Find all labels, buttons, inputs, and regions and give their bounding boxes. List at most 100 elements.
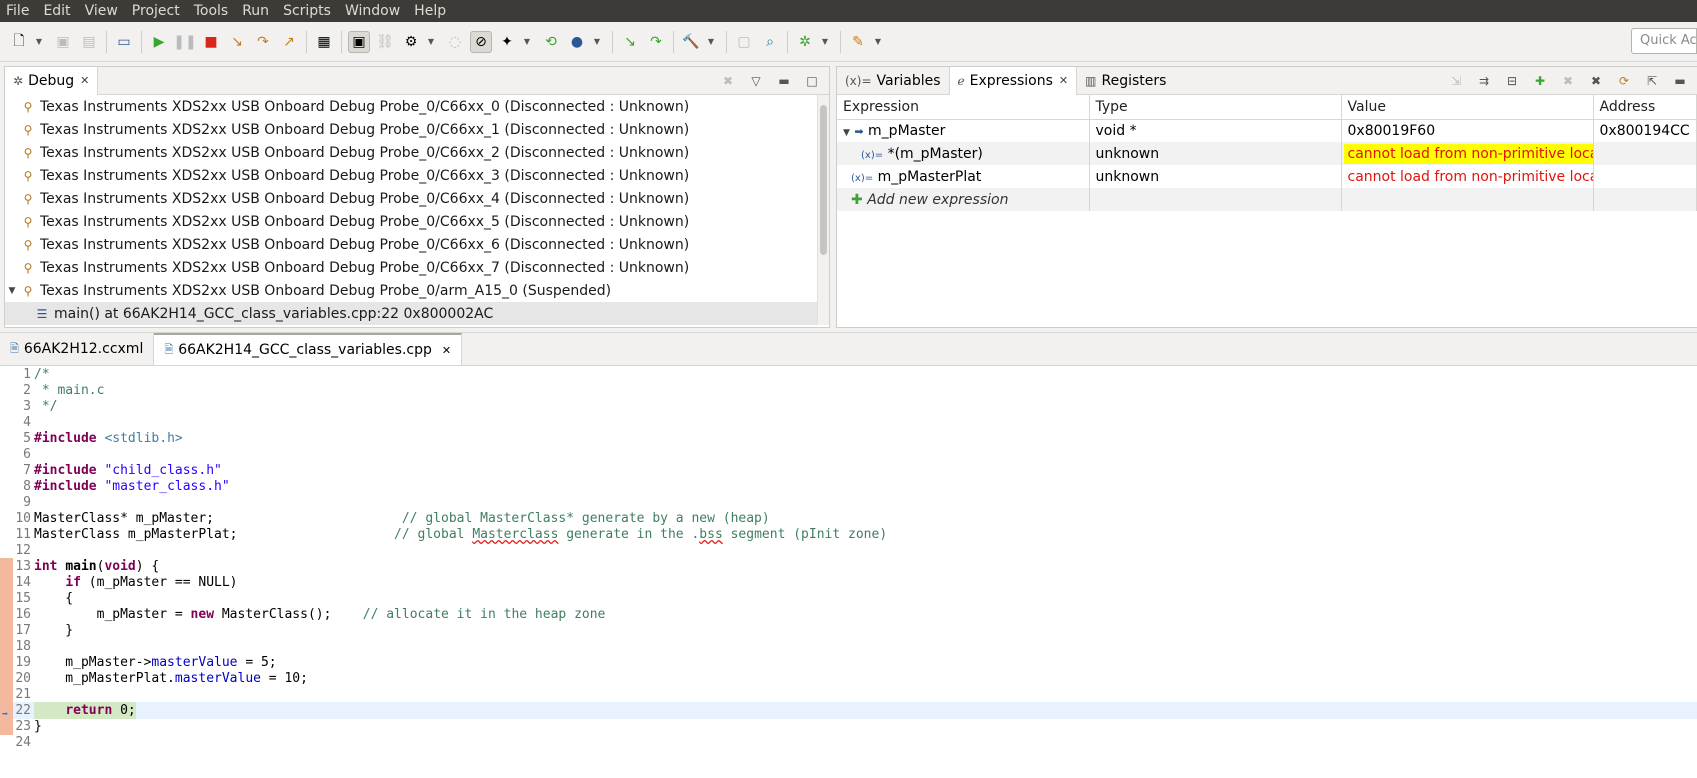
debug-icon[interactable]: ✲ [794,31,816,53]
menu-help[interactable]: Help [408,0,454,22]
console-icon[interactable]: ▭ [113,31,135,53]
expression-value[interactable]: cannot load from non-primitive location [1341,165,1594,188]
tree-item[interactable]: ⚲ Texas Instruments XDS2xx USB Onboard De… [5,141,829,164]
menu-view[interactable]: View [79,0,126,22]
window-icon[interactable]: ▢ [733,31,755,53]
tree-item[interactable]: ▼ ⚲ Texas Instruments XDS2xx USB Onboard D… [5,279,829,302]
table-row[interactable]: ✚ Add new expression [837,188,1697,211]
suspend-icon[interactable]: ❚❚ [173,31,196,53]
quick-access-input[interactable]: Quick Access [1631,28,1697,54]
save-icon[interactable]: ▣ [52,31,74,53]
expand-arrow-icon[interactable]: ▼ [843,128,850,138]
column-header-address[interactable]: Address [1593,95,1697,120]
menu-window[interactable]: Window [339,0,408,22]
remove-icon[interactable]: ✖ [1557,74,1579,88]
close-icon[interactable]: ✕ [1059,74,1068,87]
grid-icon[interactable]: ▦ [313,31,335,53]
gear-icon[interactable]: ⚙ [400,31,422,53]
tree-item[interactable]: ⚲ Texas Instruments XDS2xx USB Onboard De… [5,118,829,141]
view-menu-icon[interactable]: ▽ [745,74,767,88]
tree-item[interactable]: ⚲ Texas Instruments XDS2xx USB Onboard De… [5,95,829,118]
menu-tools[interactable]: Tools [188,0,237,22]
tree-item-label: Texas Instruments XDS2xx USB Onboard Deb… [40,167,690,184]
menu-scripts[interactable]: Scripts [277,0,339,22]
expressions-table: Expression Type Value Address ▼ ➡ m_pMas… [837,95,1697,211]
tab-expressions[interactable]: ℯ Expressions ✕ [948,66,1078,95]
collapse-icon[interactable]: ⊟ [1501,74,1523,88]
tree-item[interactable]: ⚲ Texas Instruments XDS2xx USB Onboard De… [5,164,829,187]
assembly-step-icon[interactable]: ↘ [619,31,641,53]
remove-terminated-icon[interactable]: ✖ [717,74,739,88]
chevron-down-icon[interactable]: ▼ [592,31,602,53]
maximize-icon[interactable]: □ [801,74,823,88]
remove-all-icon[interactable]: ✖ [1585,74,1607,88]
run-tool-icon[interactable]: ✎ [847,31,869,53]
code-editor[interactable]: 1/* 2 * main.c 3 */ 4 5 #include <stdlib.… [0,366,1697,778]
stack-frame[interactable]: ☰ main() at 66AK2H14_GCC_class_variables.… [5,302,829,325]
close-icon[interactable]: ✕ [442,344,451,357]
column-header-expression[interactable]: Expression [837,95,1090,120]
chevron-down-icon[interactable]: ▼ [873,31,883,53]
table-row[interactable]: (x)= m_pMasterPlat unknown cannot load f… [837,165,1697,188]
tab-cpp[interactable]: 🗎 66AK2H14_GCC_class_variables.cpp ✕ [154,333,463,365]
expand-arrow-icon[interactable]: ▼ [5,286,19,296]
menu-run[interactable]: Run [236,0,277,22]
step-return-icon[interactable]: ↗ [278,31,300,53]
table-row[interactable]: ▼ ➡ m_pMaster void * 0x80019F60 0x800194… [837,119,1697,142]
code-line: 6 [23,447,31,462]
close-icon[interactable]: ✕ [80,74,89,87]
chevron-down-icon[interactable]: ▼ [426,31,436,53]
variables-icon: (x)= [845,73,872,88]
tab-debug[interactable]: ✲ Debug ✕ [5,66,99,95]
table-row[interactable]: (x)= *(m_pMaster) unknown cannot load fr… [837,142,1697,165]
variable-icon: (x)= [861,149,884,161]
collapse-all-icon[interactable]: ⇉ [1473,74,1495,88]
link-icon[interactable]: ⛓ [374,31,396,53]
tab-ccxml[interactable]: 🗎 66AK2H12.ccxml [0,333,155,365]
format-icon[interactable]: ⇲ [1445,74,1467,88]
chevron-down-icon[interactable]: ▼ [522,31,532,53]
expression-value[interactable]: 0x80019F60 [1341,119,1594,142]
tree-item[interactable]: ⚲ Texas Instruments XDS2xx USB Onboard De… [5,233,829,256]
chevron-down-icon[interactable]: ▼ [706,31,716,53]
target-icon[interactable]: ▣ [348,30,370,53]
step-over-icon[interactable]: ↷ [252,31,274,53]
column-header-type[interactable]: Type [1089,95,1342,120]
load-program-icon[interactable]: ⟲ [540,31,562,53]
menu-edit[interactable]: Edit [37,0,78,22]
restart-icon[interactable]: ● [566,31,588,53]
memory-icon[interactable]: ✦ [496,31,518,53]
save-all-icon[interactable]: ▤ [78,31,100,53]
export-icon[interactable]: ⇱ [1641,74,1663,88]
build-icon[interactable]: 🔨 [680,31,702,53]
resume-icon[interactable]: ▶ [148,31,170,53]
column-header-value[interactable]: Value [1341,95,1594,120]
debug-scrollbar[interactable] [817,95,829,325]
probe-icon: ⚲ [23,191,33,206]
chevron-down-icon[interactable]: ▼ [820,31,830,53]
terminate-icon[interactable]: ■ [200,31,222,53]
search-icon[interactable]: ⌕ [759,31,781,53]
code-line: 2 * main.c [23,383,105,398]
step-into-icon[interactable]: ↘ [226,31,248,53]
menu-file[interactable]: File [0,0,37,22]
menu-project[interactable]: Project [126,0,188,22]
breakpoint-icon[interactable]: ◌ [444,31,466,53]
minimize-icon[interactable]: ▬ [1669,74,1691,88]
refresh-icon[interactable]: ⟳ [1613,74,1635,88]
code-line: 5 #include <stdlib.h> [23,431,183,446]
suspended-probe-icon: ⚲ [23,283,33,298]
skip-breakpoints-icon[interactable]: ⊘ [470,30,492,53]
code-line: 21 [0,686,1697,703]
tree-item[interactable]: ⚲ Texas Instruments XDS2xx USB Onboard De… [5,256,829,279]
chevron-down-icon[interactable]: ▼ [34,31,44,53]
tree-item-label: Texas Instruments XDS2xx USB Onboard Deb… [40,144,690,161]
minimize-icon[interactable]: ▬ [773,74,795,88]
tab-registers[interactable]: ▥ Registers [1077,67,1174,95]
tree-item[interactable]: ⚲ Texas Instruments XDS2xx USB Onboard De… [5,210,829,233]
assembly-over-icon[interactable]: ↷ [645,31,667,53]
add-expression-icon[interactable]: ✚ [1529,74,1551,88]
new-icon[interactable]: 🗋 [8,31,30,53]
tab-variables[interactable]: (x)= Variables [837,67,949,95]
tree-item[interactable]: ⚲ Texas Instruments XDS2xx USB Onboard De… [5,187,829,210]
